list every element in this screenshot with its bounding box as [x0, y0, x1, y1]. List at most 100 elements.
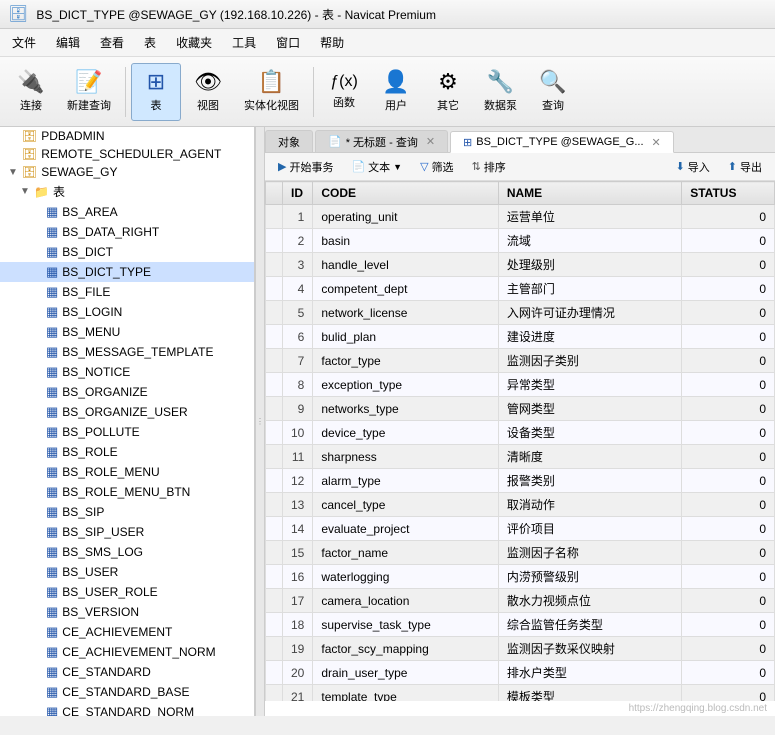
table-row[interactable]: 18supervise_task_type综合监管任务类型0: [266, 613, 775, 637]
cell-name-8: 管网类型: [498, 397, 681, 421]
toolbar-btn-new-query[interactable]: 📝新建查询: [58, 63, 120, 121]
toolbar-btn-connect[interactable]: 🔌连接: [6, 63, 56, 121]
toolbar-btn-query[interactable]: 🔍查询: [528, 63, 578, 121]
toolbar-btn-other[interactable]: ⚙其它: [423, 63, 473, 121]
tree-item-bs-user-role[interactable]: ▦BS_USER_ROLE: [0, 582, 254, 602]
toolbar-btn-data-pump[interactable]: 🔧数据泵: [475, 63, 526, 121]
table-row[interactable]: 8exception_type异常类型0: [266, 373, 775, 397]
table-row[interactable]: 2basin流域0: [266, 229, 775, 253]
tree-item-bs-pollute[interactable]: ▦BS_POLLUTE: [0, 422, 254, 442]
tree-item-bs-role[interactable]: ▦BS_ROLE: [0, 442, 254, 462]
table-row[interactable]: 5network_license入网许可证办理情况0: [266, 301, 775, 325]
table-row[interactable]: 12alarm_type报警类别0: [266, 469, 775, 493]
tree-item-pdbadmin[interactable]: 🗄PDBADMIN: [0, 127, 254, 145]
tree-item-bs-role-menu-btn[interactable]: ▦BS_ROLE_MENU_BTN: [0, 482, 254, 502]
table-row[interactable]: 1operating_unit运营单位0: [266, 205, 775, 229]
tree-item-bs-user[interactable]: ▦BS_USER: [0, 562, 254, 582]
table-row[interactable]: 20drain_user_type排水户类型0: [266, 661, 775, 685]
tree-label-bs-file: BS_FILE: [62, 285, 110, 299]
export-btn[interactable]: ⬆ 导出: [721, 156, 769, 178]
tree-item-bs-message-template[interactable]: ▦BS_MESSAGE_TEMPLATE: [0, 342, 254, 362]
menu-item-收藏夹[interactable]: 收藏夹: [168, 31, 220, 54]
tab-query[interactable]: 📄 * 无标题 - 查询 ✕: [315, 130, 448, 152]
import-btn[interactable]: ⬇ 导入: [669, 156, 717, 178]
row-selector-0: [266, 205, 283, 229]
col-header-status[interactable]: STATUS: [682, 182, 775, 205]
row-selector-1: [266, 229, 283, 253]
tree-label-bs-organize: BS_ORGANIZE: [62, 385, 147, 399]
toolbar-btn-user[interactable]: 👤用户: [371, 63, 421, 121]
tab-objects-label: 对象: [278, 134, 300, 150]
menu-item-文件[interactable]: 文件: [4, 31, 44, 54]
tree-item-bs-area[interactable]: ▦BS_AREA: [0, 202, 254, 222]
col-header-id[interactable]: ID: [283, 182, 313, 205]
toolbar-btn-function[interactable]: ƒ(x)函数: [319, 63, 369, 121]
col-header-code[interactable]: CODE: [313, 182, 498, 205]
toolbar-btn-table[interactable]: ⊞表: [131, 63, 181, 121]
table-row[interactable]: 3handle_level处理级别0: [266, 253, 775, 277]
table-row[interactable]: 16waterlogging内涝预警级别0: [266, 565, 775, 589]
menu-item-查看[interactable]: 查看: [92, 31, 132, 54]
col-header-name[interactable]: NAME: [498, 182, 681, 205]
tab-query-close[interactable]: ✕: [426, 135, 435, 148]
table-row[interactable]: 13cancel_type取消动作0: [266, 493, 775, 517]
table-row[interactable]: 4competent_dept主管部门0: [266, 277, 775, 301]
tree-item-ce-standard[interactable]: ▦CE_STANDARD: [0, 662, 254, 682]
filter-btn[interactable]: ▽ 筛选: [413, 156, 460, 178]
text-btn[interactable]: 📄 文本 ▼: [344, 156, 409, 178]
tree-item-bs-dict-type[interactable]: ▦BS_DICT_TYPE: [0, 262, 254, 282]
tree-item-tables-folder[interactable]: ▼📁表: [0, 181, 254, 202]
table-row[interactable]: 21template_type模板类型0: [266, 685, 775, 702]
tree-item-bs-dict[interactable]: ▦BS_DICT: [0, 242, 254, 262]
tree-item-bs-organize-user[interactable]: ▦BS_ORGANIZE_USER: [0, 402, 254, 422]
table-row[interactable]: 17camera_location散水力视频点位0: [266, 589, 775, 613]
tree-item-bs-organize[interactable]: ▦BS_ORGANIZE: [0, 382, 254, 402]
tree-item-bs-role-menu[interactable]: ▦BS_ROLE_MENU: [0, 462, 254, 482]
start-transaction-btn[interactable]: ▶ 开始事务: [271, 156, 340, 178]
sort-btn[interactable]: ⇅ 排序: [465, 156, 513, 178]
menu-item-表[interactable]: 表: [136, 31, 164, 54]
export-icon: ⬆: [728, 160, 737, 173]
tree-item-bs-version[interactable]: ▦BS_VERSION: [0, 602, 254, 622]
menu-item-工具[interactable]: 工具: [224, 31, 264, 54]
tab-table[interactable]: ⊞ BS_DICT_TYPE @SEWAGE_G... ✕: [450, 131, 674, 153]
tree-item-remote-scheduler[interactable]: 🗄REMOTE_SCHEDULER_AGENT: [0, 145, 254, 163]
table-row[interactable]: 6bulid_plan建设进度0: [266, 325, 775, 349]
row-selector-16: [266, 589, 283, 613]
tree-item-ce-achievement[interactable]: ▦CE_ACHIEVEMENT: [0, 622, 254, 642]
cell-name-11: 报警类别: [498, 469, 681, 493]
tree-item-bs-sip-user[interactable]: ▦BS_SIP_USER: [0, 522, 254, 542]
tree-item-bs-login[interactable]: ▦BS_LOGIN: [0, 302, 254, 322]
tree-item-bs-sms-log[interactable]: ▦BS_SMS_LOG: [0, 542, 254, 562]
tree-label-tables-folder: 表: [53, 183, 65, 200]
tree-item-bs-notice[interactable]: ▦BS_NOTICE: [0, 362, 254, 382]
table-row[interactable]: 10device_type设备类型0: [266, 421, 775, 445]
menu-item-帮助[interactable]: 帮助: [312, 31, 352, 54]
table-row[interactable]: 9networks_type管网类型0: [266, 397, 775, 421]
tree-item-bs-sip[interactable]: ▦BS_SIP: [0, 502, 254, 522]
data-table-wrap[interactable]: ID CODE NAME STATUS 1operating_unit运营单位0…: [265, 181, 775, 701]
resize-handle[interactable]: ⋮: [255, 127, 265, 716]
tree-item-bs-file[interactable]: ▦BS_FILE: [0, 282, 254, 302]
new-query-icon: 📝: [75, 71, 102, 93]
tree-label-bs-message-template: BS_MESSAGE_TEMPLATE: [62, 345, 213, 359]
tab-table-close[interactable]: ✕: [652, 136, 661, 149]
tree-item-ce-standard-base[interactable]: ▦CE_STANDARD_BASE: [0, 682, 254, 702]
table-row[interactable]: 11sharpness清晰度0: [266, 445, 775, 469]
tree-item-sewage-gy[interactable]: ▼🗄SEWAGE_GY: [0, 163, 254, 181]
tree-item-bs-menu[interactable]: ▦BS_MENU: [0, 322, 254, 342]
tree-item-ce-standard-norm[interactable]: ▦CE_STANDARD_NORM: [0, 702, 254, 716]
table-row[interactable]: 14evaluate_project评价项目0: [266, 517, 775, 541]
cell-name-16: 散水力视频点位: [498, 589, 681, 613]
tree-item-ce-achievement-norm[interactable]: ▦CE_ACHIEVEMENT_NORM: [0, 642, 254, 662]
table-row[interactable]: 7factor_type监测因子类别0: [266, 349, 775, 373]
table-row[interactable]: 15factor_name监测因子名称0: [266, 541, 775, 565]
table-row[interactable]: 19factor_scy_mapping监测因子数采仪映射0: [266, 637, 775, 661]
tree-item-bs-data-right[interactable]: ▦BS_DATA_RIGHT: [0, 222, 254, 242]
cell-code-3: competent_dept: [313, 277, 498, 301]
menu-item-窗口[interactable]: 窗口: [268, 31, 308, 54]
toolbar-btn-view[interactable]: 👁视图: [183, 63, 233, 121]
toolbar-btn-materialized-view[interactable]: 📋实体化视图: [235, 63, 308, 121]
tab-objects[interactable]: 对象: [265, 130, 313, 152]
menu-item-编辑[interactable]: 编辑: [48, 31, 88, 54]
